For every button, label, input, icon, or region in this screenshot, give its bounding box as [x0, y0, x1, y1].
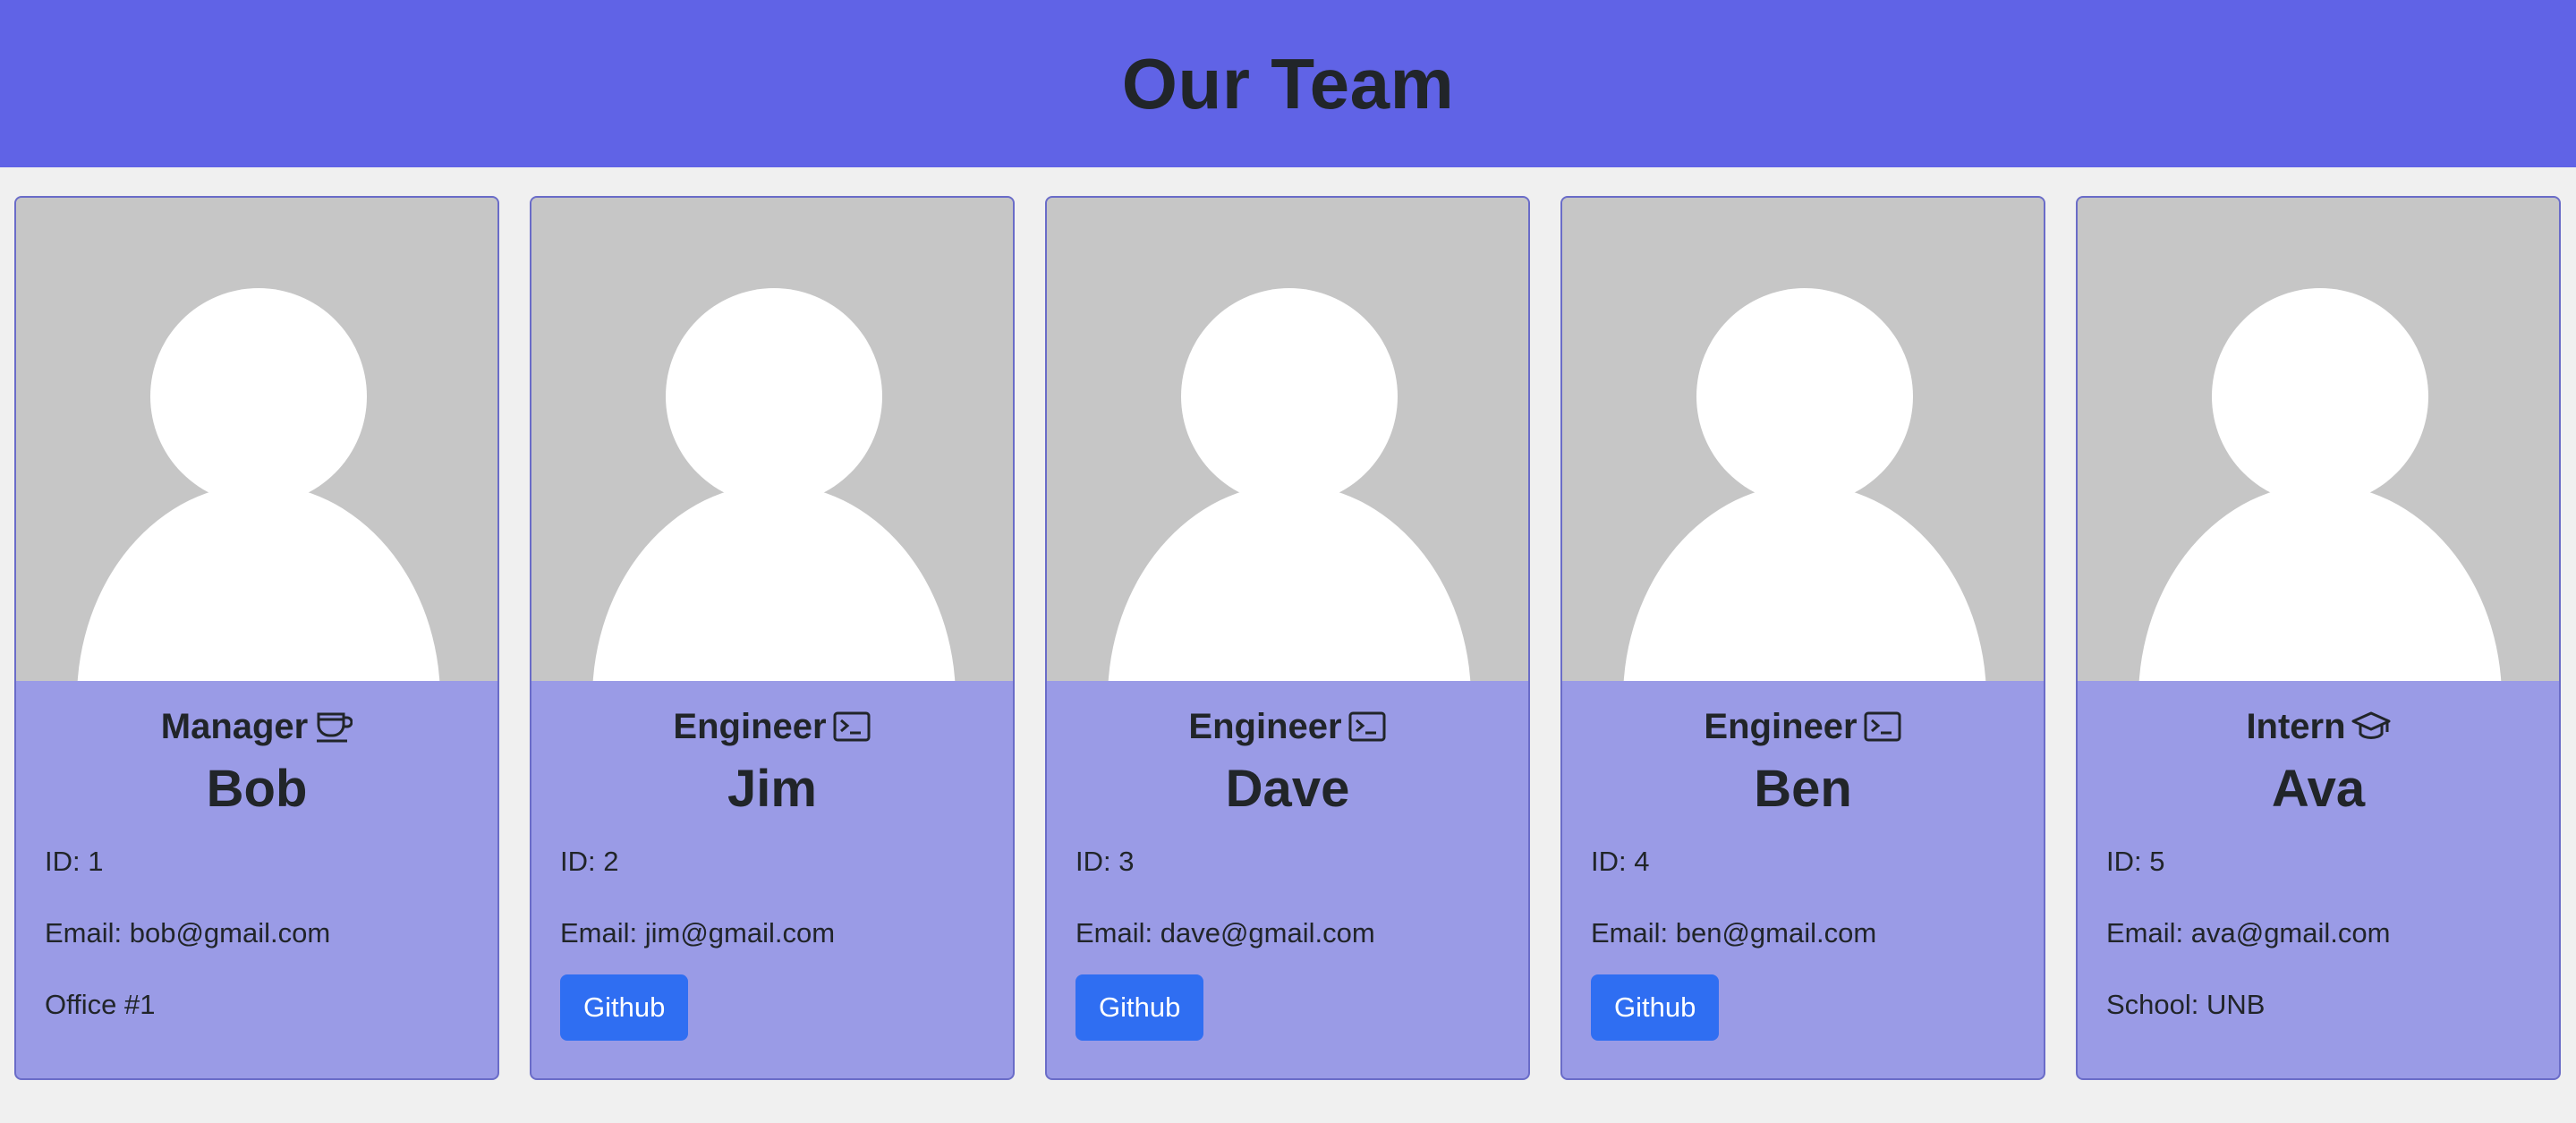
member-name: Jim	[727, 760, 817, 818]
team-card: Manager Bob ID: 1 Email: bob@gmail.com O…	[14, 196, 499, 1080]
role-heading: Manager	[45, 706, 469, 747]
member-id: ID: 5	[2106, 846, 2165, 877]
member-email: Email: dave@gmail.com	[1075, 917, 1375, 949]
person-placeholder-icon	[1623, 288, 1986, 681]
page-title: Our Team	[1121, 43, 1455, 123]
terminal-icon	[1863, 707, 1902, 746]
member-name: Dave	[1225, 760, 1350, 818]
member-school: School: UNB	[2106, 989, 2266, 1020]
member-email: Email: ben@gmail.com	[1591, 917, 1877, 949]
avatar	[16, 198, 497, 681]
role-heading: Engineer	[560, 706, 984, 747]
team-card: Engineer Dave ID: 3 Email: dave@gmail.co…	[1045, 196, 1530, 1080]
team-card: Intern Ava ID: 5 Email: ava@gmail.com Sc…	[2076, 196, 2561, 1080]
person-placeholder-icon	[592, 288, 956, 681]
avatar	[2078, 198, 2559, 681]
member-id: ID: 4	[1591, 846, 1650, 877]
role-label: Engineer	[1704, 706, 1858, 746]
role-heading: Intern	[2106, 706, 2530, 747]
member-email: Email: ava@gmail.com	[2106, 917, 2391, 949]
page-header: Our Team	[0, 0, 2576, 167]
member-email: Email: bob@gmail.com	[45, 917, 331, 949]
role-label: Manager	[160, 706, 309, 746]
terminal-icon	[832, 707, 871, 746]
person-placeholder-icon	[1108, 288, 1471, 681]
github-button[interactable]: Github	[560, 974, 689, 1041]
role-heading: Engineer	[1591, 706, 2015, 747]
team-cards: Manager Bob ID: 1 Email: bob@gmail.com O…	[0, 167, 2576, 1123]
terminal-icon	[1348, 707, 1387, 746]
avatar	[1047, 198, 1528, 681]
member-id: ID: 2	[560, 846, 619, 877]
person-placeholder-icon	[2138, 288, 2502, 681]
person-placeholder-icon	[77, 288, 440, 681]
member-id: ID: 3	[1075, 846, 1135, 877]
coffee-cup-icon	[313, 707, 353, 746]
github-button[interactable]: Github	[1591, 974, 1720, 1041]
team-card: Engineer Jim ID: 2 Email: jim@gmail.com …	[530, 196, 1015, 1080]
member-email: Email: jim@gmail.com	[560, 917, 836, 949]
graduation-cap-icon	[2351, 707, 2391, 746]
member-id: ID: 1	[45, 846, 104, 877]
avatar	[1562, 198, 2044, 681]
github-button[interactable]: Github	[1075, 974, 1204, 1041]
member-name: Bob	[206, 760, 308, 818]
avatar	[531, 198, 1013, 681]
member-office: Office #1	[45, 989, 156, 1020]
role-heading: Engineer	[1075, 706, 1500, 747]
member-name: Ava	[2271, 760, 2366, 818]
team-card: Engineer Ben ID: 4 Email: ben@gmail.com …	[1560, 196, 2045, 1080]
role-label: Engineer	[1188, 706, 1342, 746]
role-label: Engineer	[673, 706, 827, 746]
role-label: Intern	[2246, 706, 2346, 746]
member-name: Ben	[1754, 760, 1852, 818]
